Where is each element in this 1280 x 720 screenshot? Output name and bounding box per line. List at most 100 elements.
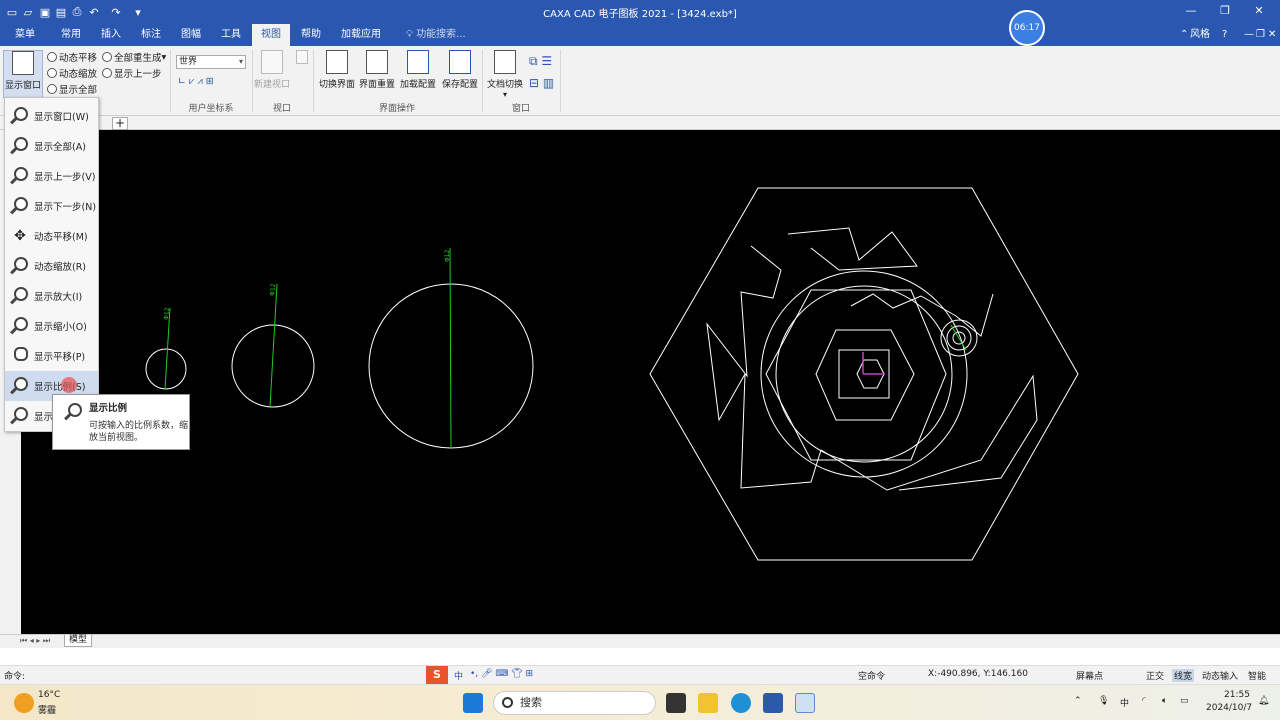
dynamic-zoom-button[interactable]: 动态缩放: [47, 66, 97, 80]
menu-item-zoom-previous[interactable]: 显示上一步(V): [5, 161, 98, 191]
menu-item-zoom-next[interactable]: 显示下一步(N): [5, 191, 98, 221]
word-icon[interactable]: [763, 693, 783, 713]
zoom-scale-icon: [63, 401, 83, 421]
task-view-icon[interactable]: [666, 693, 686, 713]
menu-item-dynamic-zoom[interactable]: 动态缩放(R): [5, 251, 98, 281]
tab-insert[interactable]: 插入: [92, 24, 130, 46]
regen-all-label: 全部重生成: [114, 53, 162, 64]
tab-sheet[interactable]: 图幅: [172, 24, 210, 46]
ime-tray-label[interactable]: 中: [1120, 696, 1129, 709]
battery-icon[interactable]: ▭: [1180, 696, 1189, 706]
tooltip: 显示比例 可按输入的比例系数，缩放当前视图。: [52, 394, 190, 450]
wifi-icon[interactable]: ◜: [1142, 696, 1146, 706]
caxa-app-icon[interactable]: [795, 693, 815, 713]
style-menu[interactable]: 风格: [1190, 24, 1210, 46]
tray-chevron-icon[interactable]: ⌃: [1074, 696, 1082, 706]
regen-all-button[interactable]: 全部重生成 ▾: [102, 50, 166, 64]
dynamic-zoom-label: 动态缩放: [59, 69, 98, 80]
middle-polygon: [765, 289, 947, 461]
close-button[interactable]: ✕: [1244, 2, 1274, 22]
taskbar-search[interactable]: 搜索: [493, 691, 656, 715]
tab-help[interactable]: 帮助: [292, 24, 330, 46]
doc-close-button[interactable]: ✕: [1268, 24, 1276, 46]
switch-interface-button[interactable]: 切换界面: [317, 50, 357, 90]
menu-item-label: 显示全部(A): [34, 142, 86, 153]
load-config-button[interactable]: 加载配置: [397, 50, 439, 90]
dimension-label: Φ12: [163, 307, 171, 320]
status-bar: 命令: S 中 •, 🎤︎ ⌨︎ 👕︎ ⊞ 空命令 X:-490.896, Y:…: [0, 666, 1280, 684]
tab-common[interactable]: 常用: [52, 24, 90, 46]
toggle-screen-point[interactable]: 屏幕点: [1076, 669, 1103, 682]
toggle-smart[interactable]: 智能: [1248, 669, 1266, 682]
clock-date[interactable]: 2024/10/7: [1206, 703, 1252, 713]
viewport-extra-button[interactable]: [294, 50, 310, 67]
help-icon[interactable]: ?: [1222, 24, 1227, 46]
ime-toolbar-icons[interactable]: •, 🎤︎ ⌨︎ 👕︎ ⊞: [470, 669, 533, 679]
save-config-icon: [449, 50, 471, 74]
menu-item-label: 动态平移(M): [34, 232, 88, 243]
clock-time[interactable]: 21:55: [1224, 690, 1250, 700]
menu-item-zoom-out[interactable]: 显示缩小(O): [5, 311, 98, 341]
menu-item-label: 显示放大(I): [34, 292, 83, 303]
weather-icon[interactable]: [14, 693, 34, 713]
click-indicator: [61, 377, 77, 393]
ime-logo-icon[interactable]: S: [426, 666, 448, 684]
lightbulb-icon: 💡︎: [406, 29, 417, 40]
dimension-label: Φ12: [269, 283, 277, 296]
drawing-canvas[interactable]: Φ12 Φ12 Φ12: [21, 130, 1280, 634]
doc-restore-button[interactable]: ❐: [1256, 24, 1265, 46]
previous-view-button[interactable]: 显示上一步: [102, 66, 162, 80]
weather-temp[interactable]: 16°C: [38, 690, 60, 700]
tab-view[interactable]: 视图: [252, 24, 290, 46]
start-icon[interactable]: [463, 693, 483, 713]
save-config-button[interactable]: 保存配置: [439, 50, 481, 90]
windows-taskbar: 16°C 雾霾 搜索 ⌃ 🎙︎ 中 ◜ 🔈︎ ▭ 21:55 2024/10/7…: [0, 684, 1280, 720]
volume-icon[interactable]: 🔈︎: [1162, 696, 1167, 706]
command-prompt[interactable]: 命令:: [4, 669, 25, 682]
tab-tools[interactable]: 工具: [212, 24, 250, 46]
file-explorer-icon[interactable]: [698, 693, 718, 713]
chevron-up-icon[interactable]: ⌃: [1180, 24, 1188, 46]
dynamic-pan-button[interactable]: 动态平移: [47, 50, 97, 64]
menu-item-label: 显示下一步(N): [34, 202, 97, 213]
tab-load-apps[interactable]: 加载应用: [334, 24, 388, 46]
menu-item-dynamic-pan[interactable]: ✥ 动态平移(M): [5, 221, 98, 251]
toggle-dynamic-input[interactable]: 动态输入: [1202, 669, 1238, 682]
display-window-button[interactable]: 显示窗口: [3, 50, 43, 98]
function-search[interactable]: 💡︎ 功能搜索...: [406, 24, 466, 46]
menu-bar: 菜单 常用 插入 标注 图幅 工具 视图 帮助 加载应用 💡︎ 功能搜索... …: [0, 24, 1280, 46]
recording-timer: 06:17: [1009, 10, 1045, 46]
tab-menu[interactable]: 菜单: [6, 24, 44, 46]
reset-interface-button[interactable]: 界面重置: [357, 50, 397, 90]
cascade-windows-icon[interactable]: ⧉ ☰: [529, 54, 552, 69]
show-all-button[interactable]: 显示全部: [47, 82, 97, 96]
add-document-tab[interactable]: +: [112, 117, 128, 130]
menu-item-label: 显示平移(P): [34, 352, 86, 363]
tile-windows-icon[interactable]: ⊟ ▥: [529, 76, 554, 90]
menu-item-zoom-in[interactable]: 显示放大(I): [5, 281, 98, 311]
toggle-lineweight[interactable]: 线宽: [1172, 669, 1195, 682]
tab-nav-arrows[interactable]: ⏮ ◂ ▸ ⏭: [20, 636, 50, 646]
doc-switch-button[interactable]: 文档切换 ▾: [484, 50, 526, 99]
edge-icon[interactable]: [731, 693, 751, 713]
new-viewport-button[interactable]: 新建视口: [253, 50, 291, 90]
maximize-button[interactable]: ❐: [1210, 2, 1240, 22]
notification-icon[interactable]: 🔔︎: [1258, 696, 1269, 706]
toggle-ortho[interactable]: 正交: [1146, 669, 1164, 682]
ucs-icons[interactable]: ∟ ⩗ ⩘ ⊞: [178, 76, 214, 87]
menu-item-zoom-window[interactable]: 显示窗口(W): [5, 101, 98, 131]
menu-item-zoom-all[interactable]: 显示全部(A): [5, 131, 98, 161]
microphone-icon[interactable]: 🎙︎: [1098, 696, 1109, 706]
minimize-button[interactable]: —: [1176, 2, 1206, 22]
cursor-coordinates: X:-490.896, Y:146.160: [928, 669, 1028, 679]
menu-item-label: 动态缩放(R): [34, 262, 87, 273]
zoom-dynamic-icon: [47, 68, 57, 78]
ime-mode[interactable]: 中: [454, 669, 463, 682]
ucs-select[interactable]: 世界: [176, 55, 246, 69]
weather-desc[interactable]: 雾霾: [38, 703, 56, 716]
dynamic-pan-label: 动态平移: [59, 53, 98, 64]
menu-item-pan-view[interactable]: 显示平移(P): [5, 341, 98, 371]
tab-dimension[interactable]: 标注: [132, 24, 170, 46]
doc-minimize-button[interactable]: —: [1244, 24, 1254, 46]
model-tab[interactable]: 模型: [64, 635, 93, 647]
